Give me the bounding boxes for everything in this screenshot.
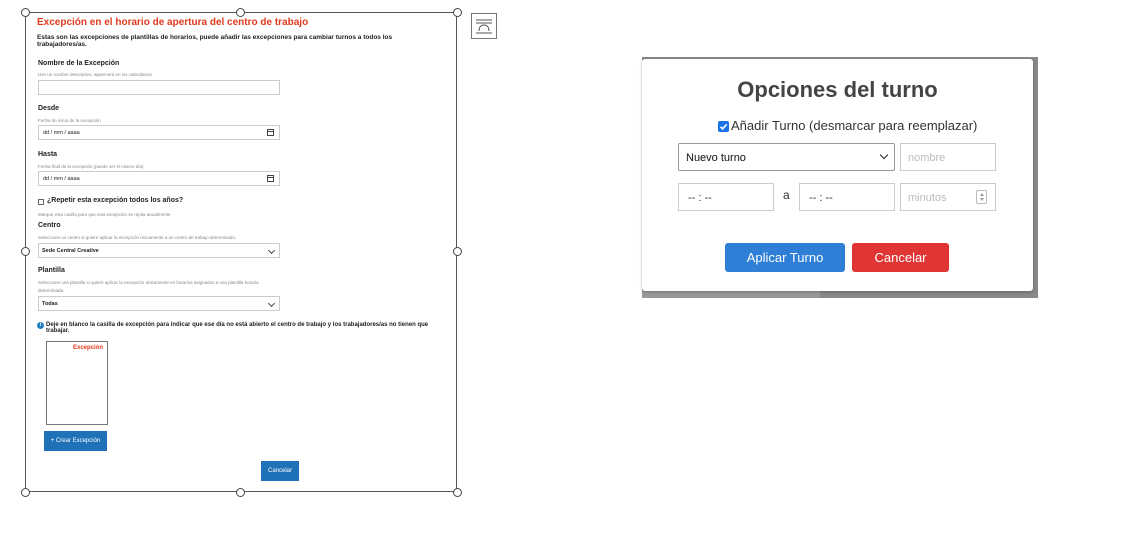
- info-icon: i: [37, 322, 44, 329]
- resize-handle-bottom-right[interactable]: [453, 488, 462, 497]
- template-select-value: Todas: [42, 301, 58, 307]
- time-separator: a: [783, 188, 790, 202]
- repeat-hint: Marque esta casilla para que esta excepc…: [38, 212, 171, 217]
- resize-handle-top-center[interactable]: [236, 8, 245, 17]
- add-shift-checkbox[interactable]: [718, 121, 729, 132]
- to-hint: Fecha final de la excepción (puede ser e…: [38, 164, 144, 169]
- shift-select-value: Nuevo turno: [686, 152, 746, 164]
- resize-handle-middle-right[interactable]: [453, 247, 462, 256]
- cancel-shift-button[interactable]: Cancelar: [852, 243, 949, 272]
- center-select-value: Sede Central Creative: [42, 248, 99, 254]
- start-time-value: -- : --: [688, 192, 712, 204]
- dialog-title: Opciones del turno: [737, 77, 938, 102]
- calendar-icon[interactable]: [267, 129, 274, 136]
- resize-handle-bottom-center[interactable]: [236, 488, 245, 497]
- checkmark-icon: [719, 123, 728, 130]
- center-select[interactable]: Sede Central Creative: [38, 243, 280, 258]
- add-shift-label: Añadir Turno (desmarcar para reemplazar): [731, 118, 978, 133]
- template-select[interactable]: Todas: [38, 296, 280, 311]
- blank-exception-note: Deje en blanco la casilla de excepción p…: [46, 322, 429, 334]
- chevron-down-icon: [267, 246, 276, 255]
- resize-handle-top-right[interactable]: [453, 8, 462, 17]
- from-date-value: dd / mm / aaaa: [43, 130, 80, 136]
- template-hint-line1: Seleccione una plantilla si quiere aplic…: [38, 280, 259, 285]
- from-hint: Fecha de inicio de la excepción: [38, 118, 101, 123]
- from-label: Desde: [38, 105, 60, 112]
- resize-handle-top-left[interactable]: [21, 8, 30, 17]
- center-hint: Seleccione un centro si quiere aplicar l…: [38, 235, 237, 240]
- to-date-input[interactable]: dd / mm / aaaa: [38, 171, 280, 186]
- center-label: Centro: [38, 222, 61, 229]
- from-date-input[interactable]: dd / mm / aaaa: [38, 125, 280, 140]
- create-exception-button[interactable]: + Crear Excepción: [44, 431, 107, 451]
- stepper-arrows-icon[interactable]: [976, 190, 987, 204]
- to-label: Hasta: [38, 151, 58, 158]
- preview-label: Excepción: [72, 345, 103, 351]
- minutes-placeholder: minutos: [908, 192, 947, 204]
- shift-select[interactable]: Nuevo turno: [678, 143, 895, 171]
- end-time-input[interactable]: -- : --: [799, 183, 895, 211]
- minutes-input[interactable]: minutos: [900, 183, 996, 211]
- calendar-icon[interactable]: [267, 175, 274, 182]
- to-date-value: dd / mm / aaaa: [43, 176, 80, 182]
- shift-options-dialog: Opciones del turno Añadir Turno (desmarc…: [642, 59, 1033, 291]
- shift-name-placeholder: nombre: [908, 152, 946, 164]
- form-intro: Estas son las excepciones de plantillas …: [37, 34, 393, 48]
- form-cancel-button[interactable]: Cancelar: [261, 461, 299, 481]
- name-label: Nombre de la Excepción: [38, 60, 120, 67]
- resize-handle-middle-left[interactable]: [21, 247, 30, 256]
- repeat-label: ¿Repetir esta excepción todos los años?: [47, 197, 184, 204]
- exception-preview-box[interactable]: Excepción: [46, 341, 108, 425]
- start-time-input[interactable]: -- : --: [678, 183, 774, 211]
- end-time-value: -- : --: [809, 192, 833, 204]
- exception-name-input[interactable]: [38, 80, 280, 95]
- resize-handle-bottom-left[interactable]: [21, 488, 30, 497]
- chevron-down-icon: [879, 150, 889, 160]
- apply-shift-button[interactable]: Aplicar Turno: [725, 243, 845, 272]
- shift-name-input[interactable]: nombre: [900, 143, 996, 171]
- form-title: Excepción en el horario de apertura del …: [37, 17, 309, 28]
- chevron-down-icon: [267, 299, 276, 308]
- template-hint-line2: determinada.: [38, 288, 65, 293]
- repeat-yearly-checkbox[interactable]: [38, 199, 44, 205]
- template-label: Plantilla: [38, 267, 65, 274]
- layout-options-icon[interactable]: [471, 13, 497, 39]
- name-hint: Use un nombre descriptivo, aparecerá en …: [38, 72, 152, 77]
- backdrop-strip: [642, 291, 820, 298]
